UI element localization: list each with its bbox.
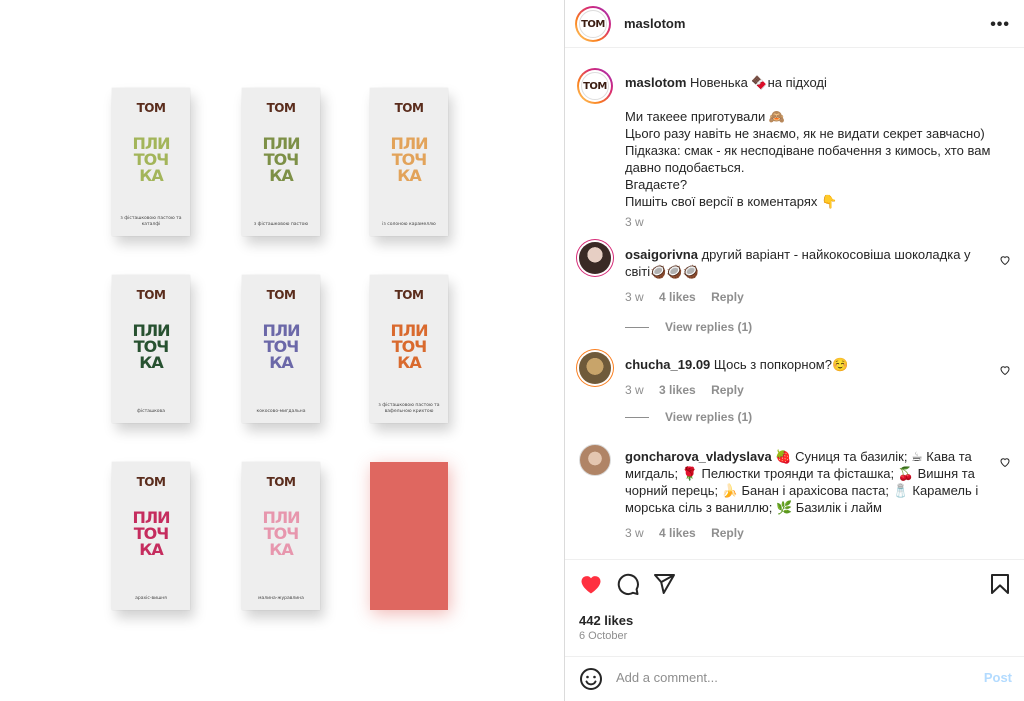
- bar-title-line: КА: [269, 353, 293, 372]
- bar-description: із солоною карамеллю: [382, 222, 436, 227]
- likes-count[interactable]: 442 likes: [579, 613, 633, 628]
- post-header: TOM maslotom •••: [565, 0, 1024, 48]
- comment-username[interactable]: chucha_19.09: [625, 357, 710, 372]
- post-image[interactable]: TOM ПЛИ ТОЧ КА з фісташковою пастою та катал…: [0, 0, 564, 701]
- chocolate-bar: TOM ПЛИ ТОЧ КА з фісташковою пастою: [242, 88, 320, 236]
- caption-line: Цього разу навіть не знаємо, як не видат…: [625, 126, 985, 141]
- post-actions: 442 likes 6 October Post: [565, 559, 1024, 699]
- caption-username[interactable]: maslotom: [625, 75, 686, 90]
- bar-logo: TOM: [266, 101, 296, 115]
- comment-username[interactable]: osaigorivna: [625, 247, 698, 262]
- caption-line: Ми такеее приготували 🙈: [625, 109, 786, 124]
- caption-text: maslotom Новенька 🍫на підході Ми такеее …: [625, 74, 1017, 231]
- bar-title: ПЛИ ТОЧ КА: [120, 323, 182, 371]
- bar-logo: TOM: [394, 288, 424, 302]
- bar-title: ПЛИ ТОЧ КА: [378, 136, 440, 184]
- post-panel: TOM maslotom ••• TOM maslotom Новенька 🍫…: [565, 0, 1024, 701]
- comment-body: chucha_19.09 Щось з попкорном?☺️ 3 w 3 l…: [625, 356, 995, 399]
- bar-title: ПЛИ ТОЧ КА: [120, 510, 182, 558]
- view-replies-button[interactable]: View replies (1): [625, 320, 752, 334]
- share-icon[interactable]: [652, 572, 676, 596]
- bar-title-line: КА: [397, 166, 421, 185]
- caption-time[interactable]: 3 w: [625, 215, 644, 229]
- chocolate-bar-solid: [370, 462, 448, 610]
- view-replies-label: View replies (1): [665, 410, 753, 424]
- bar-title-line: КА: [397, 353, 421, 372]
- chocolate-bar: TOM ПЛИ ТОЧ КА малина-журавлина: [242, 462, 320, 610]
- caption-line: Вгадаєте?: [625, 177, 688, 192]
- commenter-avatar[interactable]: [579, 242, 611, 274]
- like-comment-icon[interactable]: [999, 456, 1011, 468]
- bar-title-line: КА: [139, 166, 163, 185]
- comment-time[interactable]: 3 w: [625, 383, 644, 397]
- commenter-avatar[interactable]: [579, 444, 611, 476]
- reply-button[interactable]: Reply: [711, 383, 744, 397]
- bar-description: з фісташковою пастою та вафельною крихто…: [378, 403, 440, 414]
- like-comment-icon[interactable]: [999, 254, 1011, 266]
- bar-logo: TOM: [266, 288, 296, 302]
- comment-time[interactable]: 3 w: [625, 290, 644, 304]
- caption-avatar[interactable]: TOM: [577, 68, 613, 104]
- bar-description: арахіс-вишня: [135, 596, 167, 601]
- bar-title-line: КА: [139, 540, 163, 559]
- post-button[interactable]: Post: [984, 670, 1012, 685]
- bar-logo: TOM: [136, 475, 166, 489]
- bookmark-icon[interactable]: [988, 572, 1012, 596]
- chocolate-bar: TOM ПЛИ ТОЧ КА кокосово-мигдальна: [242, 275, 320, 423]
- comment-text: Щось з попкорном?☺️: [713, 357, 849, 372]
- comment-time[interactable]: 3 w: [625, 526, 644, 540]
- chocolate-bar: TOM ПЛИ ТОЧ КА фісташкова: [112, 275, 190, 423]
- comment-body: osaigorivna другий варіант - найкокосові…: [625, 246, 995, 306]
- author-username[interactable]: maslotom: [624, 16, 685, 31]
- bar-title: ПЛИ ТОЧ КА: [120, 136, 182, 184]
- more-icon[interactable]: •••: [990, 16, 1010, 34]
- bar-title-line: КА: [269, 540, 293, 559]
- bar-description: кокосово-мигдальна: [256, 409, 306, 414]
- reply-button[interactable]: Reply: [711, 290, 744, 304]
- post-date[interactable]: 6 October: [579, 630, 627, 642]
- bar-logo: TOM: [394, 101, 424, 115]
- add-comment-bar: Post: [565, 656, 1024, 700]
- comment-likes[interactable]: 4 likes: [659, 526, 696, 540]
- comment-likes[interactable]: 3 likes: [659, 383, 696, 397]
- bar-title: ПЛИ ТОЧ КА: [250, 323, 312, 371]
- author-avatar[interactable]: TOM: [575, 6, 611, 42]
- commenter-avatar[interactable]: [579, 352, 611, 384]
- caption-line: Пишіть свої версії в коментарях 👇: [625, 194, 838, 209]
- bar-title: ПЛИ ТОЧ КА: [378, 323, 440, 371]
- like-comment-icon[interactable]: [999, 364, 1011, 376]
- emoji-icon[interactable]: [579, 667, 603, 691]
- comment-icon[interactable]: [616, 572, 640, 596]
- bar-description: малина-журавлина: [258, 596, 304, 601]
- caption-line: Новенька 🍫на підході: [690, 75, 827, 90]
- bar-title-line: КА: [269, 166, 293, 185]
- bar-title-line: КА: [139, 353, 163, 372]
- bar-logo: TOM: [266, 475, 296, 489]
- comment-body: goncharova_vladyslava 🍓 Суниця та базилі…: [625, 448, 995, 542]
- bar-description: фісташкова: [137, 409, 165, 414]
- view-replies-button[interactable]: View replies (1): [625, 410, 752, 424]
- caption-line: Підказка: смак - як несподіване побаченн…: [625, 143, 991, 175]
- chocolate-bar: TOM ПЛИ ТОЧ КА з фісташковою пастою та катал…: [112, 88, 190, 236]
- view-replies-label: View replies (1): [665, 320, 753, 334]
- bar-description: з фісташковою пастою: [253, 222, 309, 227]
- avatar-logo: TOM: [581, 72, 609, 100]
- chocolate-bar: TOM ПЛИ ТОЧ КА з фісташковою пастою та вафел…: [370, 275, 448, 423]
- comment-username[interactable]: goncharova_vladyslava: [625, 449, 772, 464]
- comment-input[interactable]: [616, 670, 956, 685]
- bar-logo: TOM: [136, 288, 166, 302]
- chocolate-bar: TOM ПЛИ ТОЧ КА із солоною карамеллю: [370, 88, 448, 236]
- comment-likes[interactable]: 4 likes: [659, 290, 696, 304]
- reply-button[interactable]: Reply: [711, 526, 744, 540]
- heart-icon[interactable]: [579, 572, 603, 596]
- avatar-logo: TOM: [579, 10, 607, 38]
- chocolate-bar: TOM ПЛИ ТОЧ КА арахіс-вишня: [112, 462, 190, 610]
- bar-logo: TOM: [136, 101, 166, 115]
- bar-title: ПЛИ ТОЧ КА: [250, 510, 312, 558]
- bar-description: з фісташковою пастою та каталфі: [120, 216, 182, 227]
- bar-title: ПЛИ ТОЧ КА: [250, 136, 312, 184]
